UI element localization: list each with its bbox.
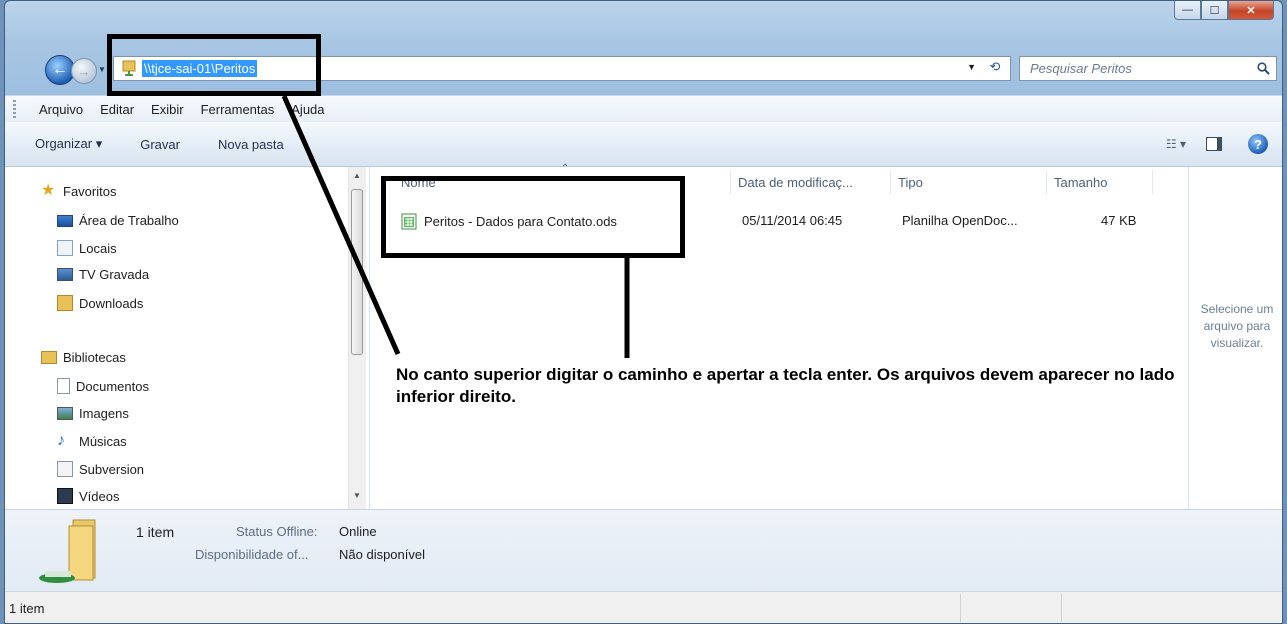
annotation-text: No canto superior digitar o caminho e ap… (396, 365, 1175, 406)
annotation-lines (281, 94, 630, 358)
pointer-line-address (281, 94, 401, 356)
